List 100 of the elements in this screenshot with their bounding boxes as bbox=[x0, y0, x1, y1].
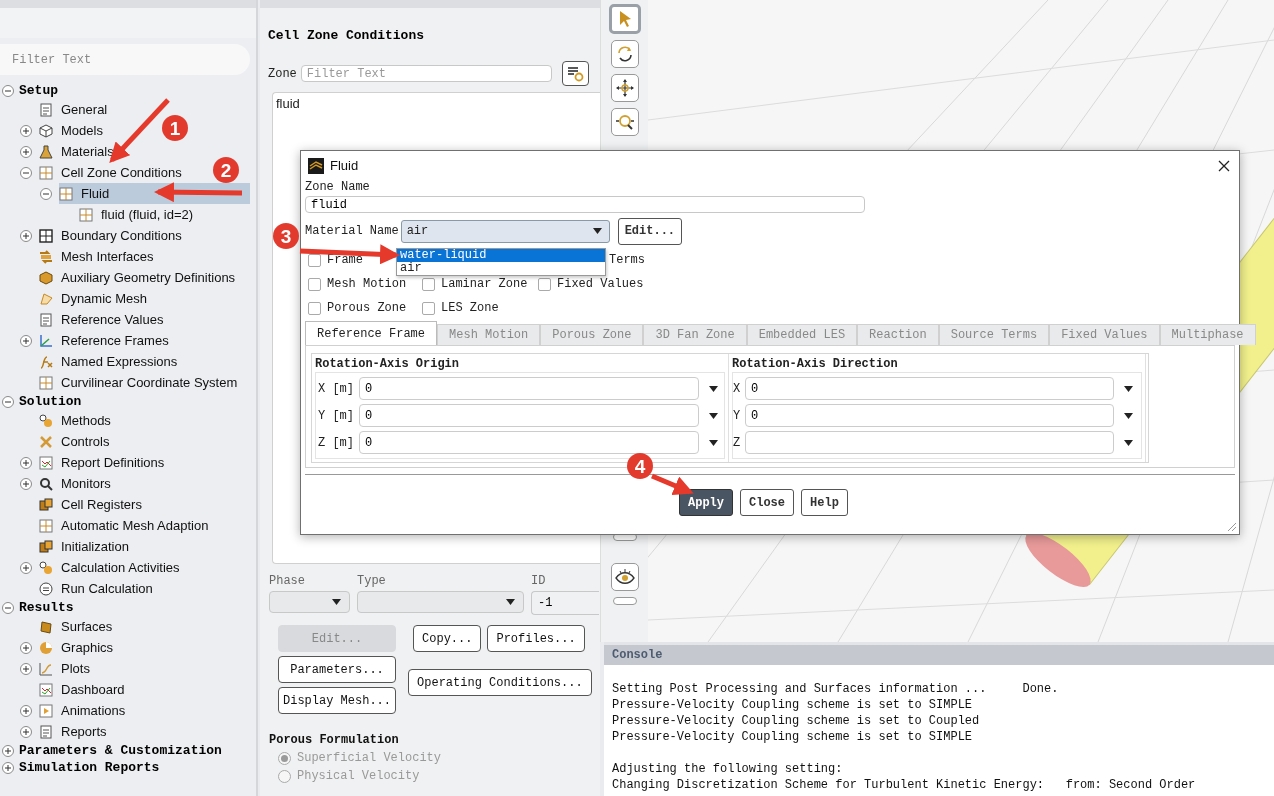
tree-item[interactable]: General bbox=[39, 99, 108, 120]
dropdown-option[interactable]: water-liquid bbox=[397, 249, 605, 262]
button[interactable]: Close bbox=[740, 489, 795, 516]
expand-toggle[interactable] bbox=[20, 456, 32, 469]
console-line: Adjusting the following setting: bbox=[612, 761, 844, 777]
collapse-toggle[interactable] bbox=[20, 166, 32, 179]
button[interactable]: Operating Conditions... bbox=[408, 669, 592, 696]
radio-label: Physical Velocity bbox=[297, 769, 420, 783]
dropdown[interactable]: air bbox=[400, 219, 610, 243]
tree-item[interactable]: Surfaces bbox=[39, 616, 113, 637]
field-label: Z [m] bbox=[318, 435, 355, 450]
close-icon bbox=[1218, 159, 1230, 172]
dropdown-option[interactable]: air bbox=[397, 262, 605, 275]
tree-item[interactable]: Materials bbox=[39, 141, 114, 162]
tool-button[interactable] bbox=[610, 74, 639, 102]
number-field[interactable]: 0 bbox=[745, 377, 1114, 400]
text-field[interactable]: fluid bbox=[305, 196, 865, 213]
filter-field[interactable]: Filter Text bbox=[0, 44, 250, 75]
tool-button[interactable] bbox=[610, 108, 639, 136]
edit-button[interactable]: Edit... bbox=[617, 217, 683, 245]
checkbox[interactable] bbox=[422, 277, 435, 291]
id-field[interactable]: -1 bbox=[531, 591, 599, 615]
filter-field[interactable]: Filter Text bbox=[300, 65, 552, 82]
number-field[interactable] bbox=[745, 431, 1114, 454]
grid-icon bbox=[39, 518, 53, 533]
expand-toggle[interactable] bbox=[2, 744, 14, 757]
gear-icon bbox=[39, 413, 53, 428]
tree-item[interactable]: Graphics bbox=[39, 637, 114, 658]
expand-toggle[interactable] bbox=[20, 229, 32, 242]
tree-item[interactable]: Models bbox=[39, 120, 103, 141]
tree-item[interactable]: Methods bbox=[39, 410, 111, 431]
polygon-icon bbox=[39, 291, 53, 306]
field-label: Material Name bbox=[305, 224, 399, 238]
number-field[interactable]: 0 bbox=[358, 431, 700, 454]
tree-item[interactable]: Dynamic Mesh bbox=[39, 288, 147, 309]
expand-toggle[interactable] bbox=[20, 704, 32, 717]
checkbox[interactable] bbox=[308, 277, 321, 291]
number-field[interactable]: 0 bbox=[745, 404, 1114, 427]
button[interactable]: Help bbox=[801, 489, 848, 516]
caret-icon bbox=[332, 599, 341, 605]
expand-toggle[interactable] bbox=[20, 124, 32, 137]
collapse-toggle[interactable] bbox=[40, 187, 52, 200]
dialog-title: Fluid bbox=[330, 158, 359, 173]
expand-toggle[interactable] bbox=[20, 561, 32, 574]
expand-toggle[interactable] bbox=[2, 761, 14, 774]
tree-item[interactable]: Cell Zone Conditions bbox=[39, 162, 182, 183]
expand-toggle[interactable] bbox=[20, 477, 32, 490]
checkbox[interactable] bbox=[308, 301, 321, 315]
tree-section[interactable]: Setup bbox=[19, 83, 58, 98]
tree-item[interactable]: Mesh Interfaces bbox=[39, 246, 154, 267]
tree-item[interactable]: Reports bbox=[39, 721, 107, 742]
collapse-toggle[interactable] bbox=[2, 84, 14, 97]
tree-item[interactable]: Named Expressions bbox=[39, 351, 178, 372]
tree-item[interactable]: Controls bbox=[39, 431, 110, 452]
tree-item[interactable]: Automatic Mesh Adaption bbox=[39, 515, 209, 536]
collapse-toggle[interactable] bbox=[2, 395, 14, 408]
panel-title: Cell Zone Conditions bbox=[268, 28, 426, 43]
tree-section[interactable]: Parameters & Customization bbox=[19, 743, 222, 758]
filter-button[interactable] bbox=[561, 61, 589, 86]
checkbox[interactable] bbox=[538, 277, 551, 291]
tree-item[interactable]: Boundary Conditions bbox=[39, 225, 182, 246]
tree-item[interactable]: Animations bbox=[39, 700, 126, 721]
tool-button[interactable] bbox=[610, 563, 639, 591]
button[interactable]: Profiles... bbox=[487, 625, 585, 652]
collapse-handle[interactable] bbox=[612, 597, 637, 605]
tree-item[interactable]: Reference Values bbox=[39, 309, 164, 330]
tree-item[interactable]: Reference Frames bbox=[39, 330, 169, 351]
number-field[interactable]: 0 bbox=[358, 404, 700, 427]
list-item[interactable]: fluid bbox=[276, 96, 300, 111]
tree-item[interactable]: Dashboard bbox=[39, 679, 125, 700]
button[interactable]: Parameters... bbox=[278, 656, 397, 683]
collapse-toggle[interactable] bbox=[2, 601, 14, 614]
tree-item[interactable]: Report Definitions bbox=[39, 452, 165, 473]
tree-item[interactable]: Auxiliary Geometry Definitions bbox=[39, 267, 236, 288]
tree-item[interactable]: fluid (fluid, id=2) bbox=[79, 204, 194, 225]
tree-section[interactable]: Results bbox=[19, 600, 74, 615]
document-icon bbox=[39, 102, 53, 117]
tree-section[interactable]: Simulation Reports bbox=[19, 760, 160, 775]
expand-toggle[interactable] bbox=[20, 725, 32, 738]
tree-item[interactable]: Calculation Activities bbox=[39, 557, 180, 578]
tree-item[interactable]: Curvilinear Coordinate System bbox=[39, 372, 238, 393]
expand-toggle[interactable] bbox=[20, 334, 32, 347]
number-field[interactable]: 0 bbox=[358, 377, 700, 400]
expand-toggle[interactable] bbox=[20, 662, 32, 675]
tree-section[interactable]: Solution bbox=[19, 394, 82, 409]
caret-icon bbox=[1123, 412, 1133, 419]
button[interactable]: Copy... bbox=[413, 625, 482, 652]
tree-item[interactable]: Cell Registers bbox=[39, 494, 142, 515]
expand-toggle[interactable] bbox=[20, 641, 32, 654]
expand-toggle[interactable] bbox=[20, 145, 32, 158]
tree-item[interactable]: Run Calculation bbox=[39, 578, 153, 599]
tree-item[interactable]: Monitors bbox=[39, 473, 111, 494]
checkbox-label: LES Zone bbox=[441, 301, 499, 315]
tree-item[interactable]: Initialization bbox=[39, 536, 129, 557]
resize-grip[interactable] bbox=[1227, 522, 1237, 532]
button[interactable]: Apply bbox=[679, 489, 733, 516]
button[interactable]: Display Mesh... bbox=[278, 687, 397, 714]
tab[interactable]: Reference Frame bbox=[305, 321, 438, 345]
checkbox[interactable] bbox=[422, 301, 435, 315]
tree-item[interactable]: Plots bbox=[39, 658, 90, 679]
